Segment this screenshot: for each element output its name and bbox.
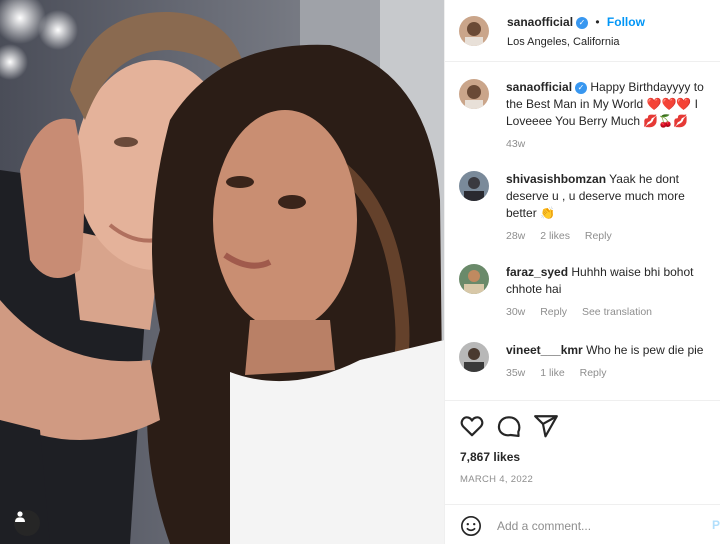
author-avatar[interactable] [459, 16, 489, 46]
reply-button[interactable]: Reply [580, 367, 607, 379]
caption-age[interactable]: 43w [506, 138, 525, 150]
post-side-panel: sanaofficial ✓ • Follow Los Angeles, Cali… [444, 0, 720, 544]
post-photo[interactable] [0, 0, 444, 544]
follow-button[interactable]: Follow [607, 15, 645, 29]
post-actions [445, 400, 720, 440]
comments-list: sanaofficial ✓ Happy Birthdayyyy to the B… [445, 63, 720, 393]
comment-avatar[interactable] [459, 264, 489, 294]
reply-button[interactable]: Reply [540, 306, 567, 318]
share-icon[interactable] [533, 413, 559, 439]
post-button[interactable]: P [712, 518, 720, 532]
separator-dot: • [595, 15, 600, 29]
comment-text: Who he is pew die pie [586, 343, 704, 357]
user-tag-icon [15, 511, 25, 522]
caption-avatar[interactable] [459, 79, 489, 109]
comment-age[interactable]: 35w [506, 367, 525, 379]
selfie-image [0, 0, 444, 544]
likes-count[interactable]: 7,867 likes [460, 450, 520, 464]
post-location[interactable]: Los Angeles, California [507, 36, 620, 48]
comment-username[interactable]: faraz_syed [506, 265, 568, 279]
author-line: sanaofficial ✓ • Follow [507, 15, 645, 29]
comment-username[interactable]: shivasishbomzan [506, 172, 606, 186]
comment-likes[interactable]: 2 likes [540, 230, 570, 242]
heart-icon[interactable] [459, 413, 485, 439]
post-date[interactable]: MARCH 4, 2022 [460, 474, 533, 485]
verified-icon: ✓ [576, 16, 589, 29]
comment-input[interactable] [497, 515, 697, 537]
comment-likes[interactable]: 1 like [540, 367, 565, 379]
verified-icon: ✓ [575, 81, 588, 94]
post-header: sanaofficial ✓ • Follow Los Angeles, Cali… [445, 0, 720, 62]
comment-age[interactable]: 30w [506, 306, 525, 318]
reply-button[interactable]: Reply [585, 230, 612, 242]
comment-icon[interactable] [496, 413, 522, 439]
comment-avatar[interactable] [459, 171, 489, 201]
emoji-icon[interactable] [460, 515, 482, 537]
author-username[interactable]: sanaofficial [507, 15, 573, 29]
comment-avatar[interactable] [459, 342, 489, 372]
caption-username[interactable]: sanaofficial [506, 80, 572, 94]
see-translation-link[interactable]: See translation [582, 306, 652, 318]
comment-username[interactable]: vineet___kmr [506, 343, 583, 357]
user-tag-button[interactable] [14, 510, 40, 536]
comment-composer: P [445, 504, 720, 544]
comment-age[interactable]: 28w [506, 230, 525, 242]
